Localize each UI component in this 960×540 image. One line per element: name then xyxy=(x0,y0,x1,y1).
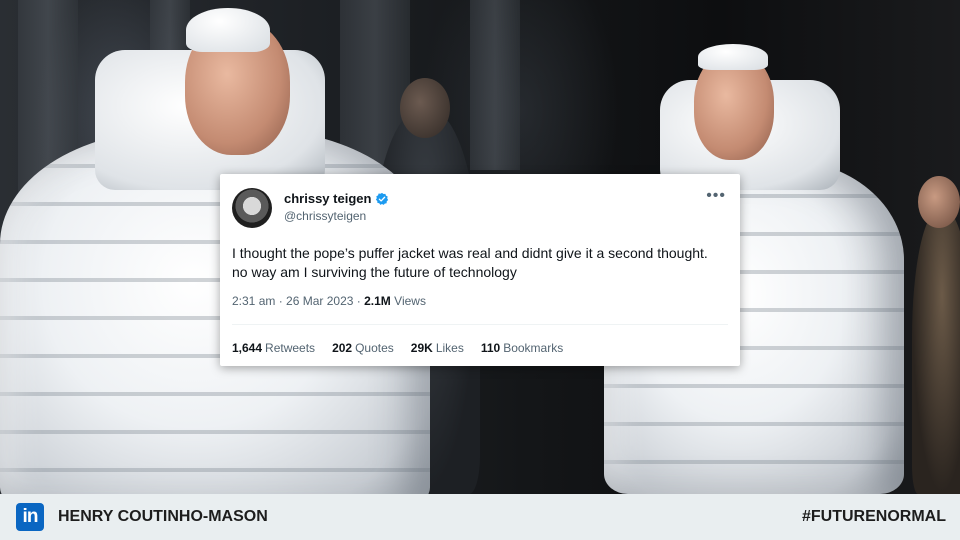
display-name[interactable]: chrissy teigen xyxy=(284,191,371,206)
retweets-stat[interactable]: 1,644 Retweets xyxy=(232,341,315,355)
tweet-text: I thought the pope’s puffer jacket was r… xyxy=(232,245,708,280)
linkedin-icon[interactable]: in xyxy=(16,503,44,531)
bystander-figure xyxy=(912,210,960,494)
bookmarks-stat[interactable]: 110 Bookmarks xyxy=(481,341,563,355)
user-handle[interactable]: @chrissyteigen xyxy=(284,209,366,223)
hashtag: #FUTURENORMAL xyxy=(802,508,946,525)
verified-badge-icon xyxy=(376,192,389,205)
author-name: HENRY COUTINHO-MASON xyxy=(58,508,268,525)
more-horizontal-icon[interactable]: ••• xyxy=(706,188,726,204)
divider xyxy=(232,324,728,325)
footer-bar: in HENRY COUTINHO-MASON #FUTURENORMAL xyxy=(0,494,960,540)
likes-stat[interactable]: 29K Likes xyxy=(411,341,464,355)
views-count: 2.1M xyxy=(364,294,391,308)
quotes-stat[interactable]: 202 Quotes xyxy=(332,341,394,355)
views-label: Views xyxy=(394,294,426,308)
tweet-time[interactable]: 2:31 am xyxy=(232,294,275,308)
tweet-stats: 1,644 Retweets 202 Quotes 29K Likes 110 Book… xyxy=(232,341,563,355)
tweet-author-row: chrissy teigen xyxy=(284,191,389,206)
tweet-card[interactable]: chrissy teigen @chrissyteigen ••• I thou… xyxy=(220,174,740,366)
tweet-meta: 2:31 am · 26 Mar 2023 · 2.1M Views xyxy=(232,294,426,308)
tweet-date[interactable]: 26 Mar 2023 xyxy=(286,294,353,308)
avatar[interactable] xyxy=(232,188,272,228)
